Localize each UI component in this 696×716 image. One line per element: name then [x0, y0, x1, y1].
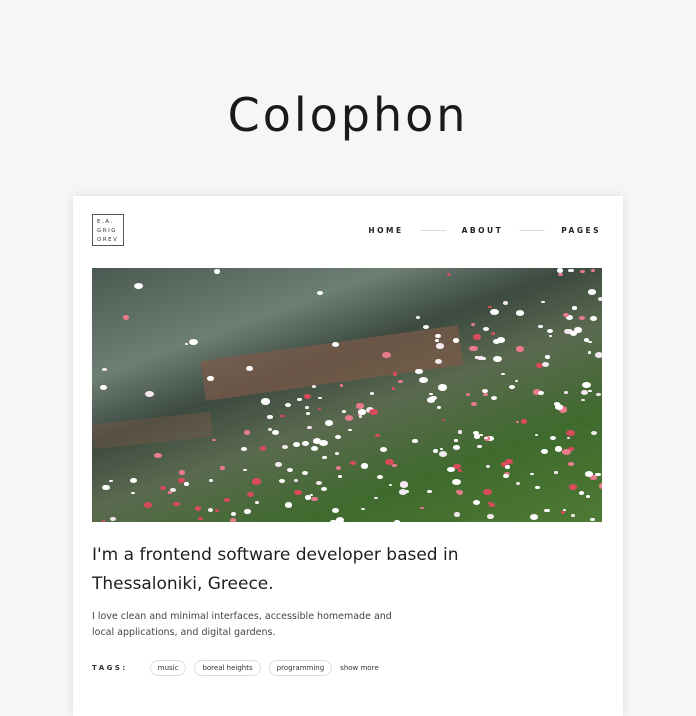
headline: I'm a frontend software developer based … [92, 545, 459, 594]
tag-boreal-heights[interactable]: boreal heights [194, 660, 261, 676]
hero-image [92, 268, 602, 522]
page-title: Colophon [227, 88, 469, 142]
tags-row: TAGS: music boreal heights programming s… [92, 660, 379, 676]
logo-line: GRIG [97, 228, 117, 234]
nav-pages[interactable]: PAGES [561, 226, 601, 235]
description: I love clean and minimal interfaces, acc… [92, 611, 392, 638]
tags-label: TAGS: [92, 664, 128, 672]
nav-divider [419, 230, 446, 231]
main-nav: HOME ABOUT PAGES [368, 226, 601, 235]
tag-programming[interactable]: programming [268, 660, 333, 676]
logo-line: OREV [97, 237, 119, 243]
preview-card: E.A. GRIG OREV HOME ABOUT PAGES I'm a fr… [73, 196, 623, 716]
show-more-link[interactable]: show more [340, 664, 378, 672]
nav-home[interactable]: HOME [368, 226, 403, 235]
tag-music[interactable]: music [149, 660, 187, 676]
nav-about[interactable]: ABOUT [462, 226, 504, 235]
nav-divider [519, 230, 546, 231]
logo-line: E.A. [97, 219, 114, 225]
site-logo[interactable]: E.A. GRIG OREV [92, 214, 124, 246]
